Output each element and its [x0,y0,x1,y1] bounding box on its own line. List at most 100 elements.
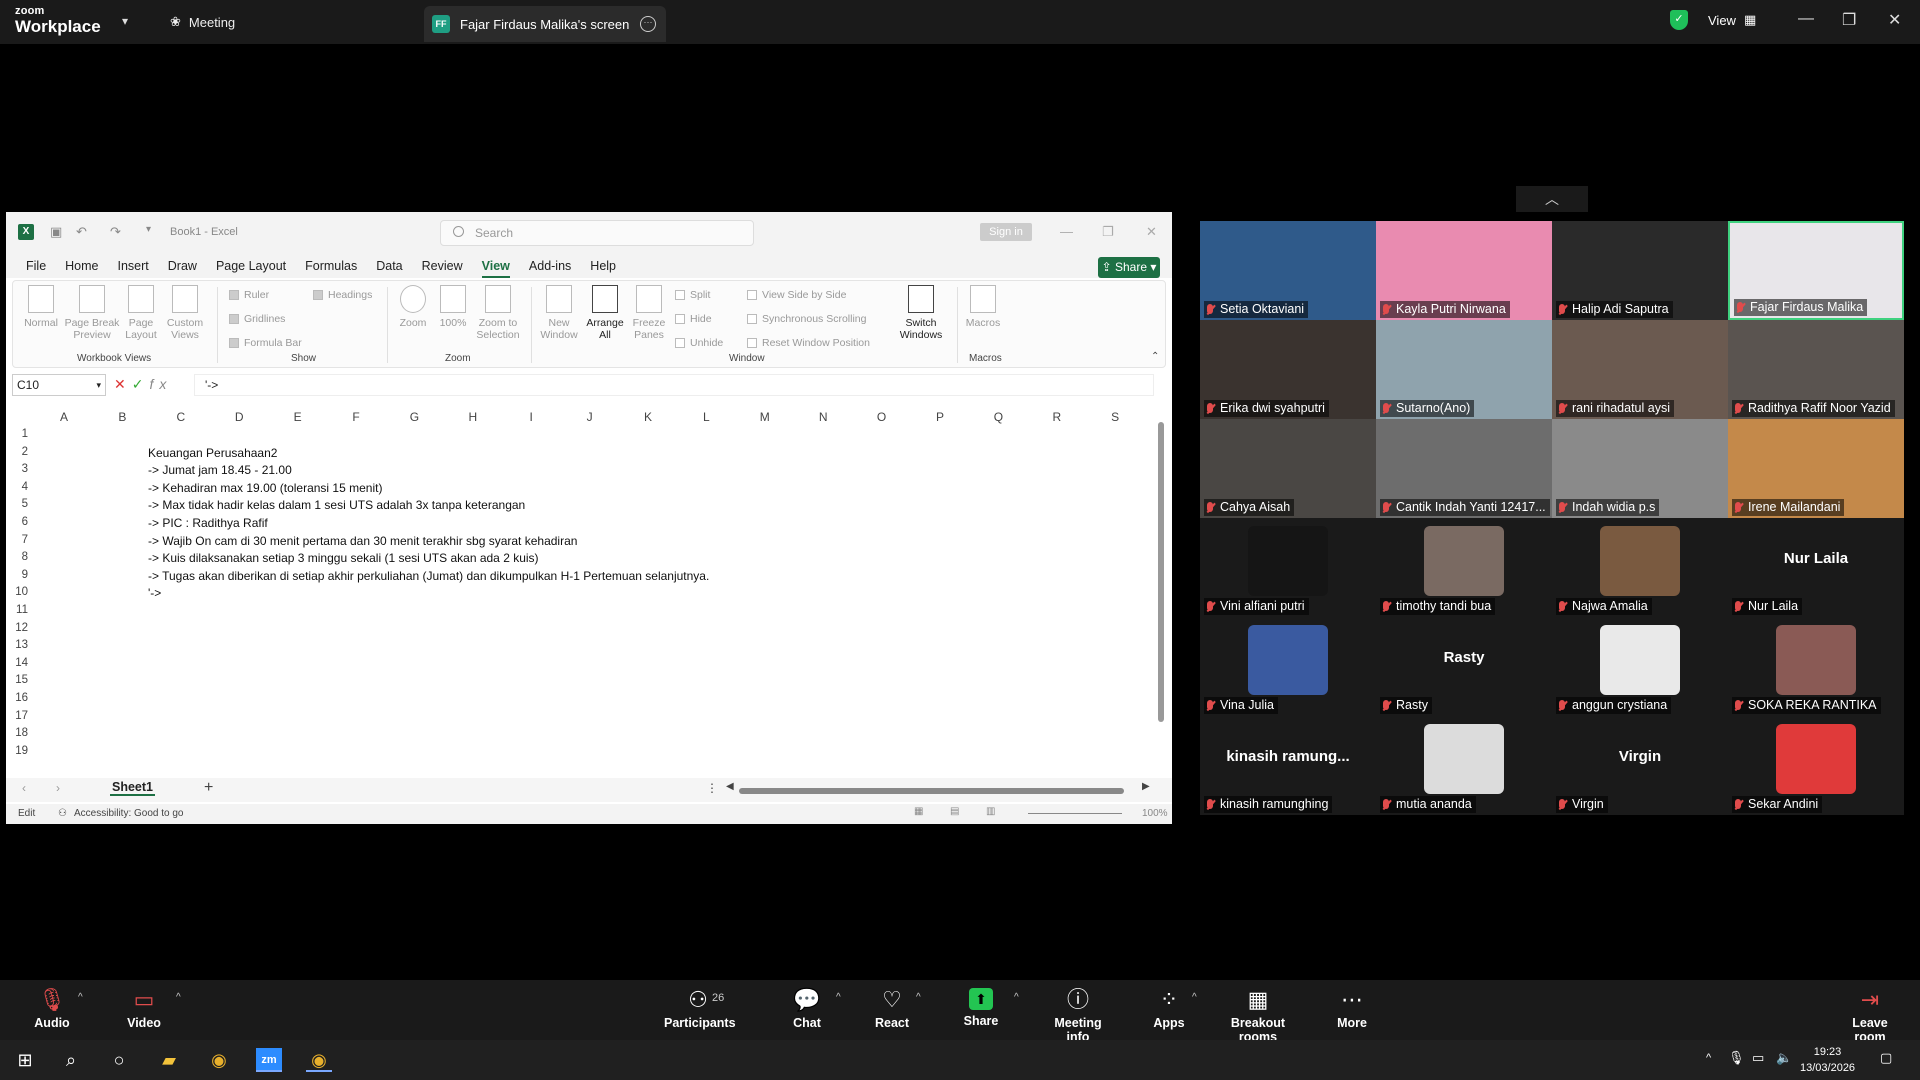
excel-minimize-icon[interactable]: — [1060,224,1073,239]
row-header[interactable]: 3 [6,463,28,475]
react-button[interactable]: ♡ React [874,988,910,1031]
excel-search-box[interactable]: Search [440,220,754,246]
sheet-tab-sheet1[interactable]: Sheet1 [110,780,155,796]
row-header[interactable]: 1 [6,428,28,440]
network-icon[interactable]: ▭ [1752,1050,1764,1066]
row-header[interactable]: 9 [6,569,28,581]
zoom-slider[interactable] [1028,813,1122,814]
apps-options-caret-icon[interactable]: ^ [1192,992,1197,1003]
close-icon[interactable]: ✕ [1888,10,1901,30]
prev-sheet-icon[interactable]: ‹ [22,781,26,795]
switch-windows-button[interactable]: Switch Windows [893,285,949,341]
participant-tile[interactable]: Cantik Indah Yanti 12417... [1376,419,1552,518]
participant-tile[interactable]: Vini alfiani putri [1200,518,1376,617]
row-header[interactable]: 18 [6,727,28,739]
shield-check-icon[interactable]: ✓ [1670,10,1688,30]
tab-formulas[interactable]: Formulas [305,254,357,278]
participant-tile[interactable]: rani rihadatul aysi [1552,320,1728,419]
synchronous-scrolling-button[interactable]: Synchronous Scrolling [747,313,866,325]
participant-tile[interactable]: Sekar Andini [1728,716,1904,815]
page-layout-view-button[interactable]: Page Layout [121,285,161,341]
page-break-status-icon[interactable]: ▥ [986,806,995,817]
formula-input[interactable]: '-> [194,374,1154,396]
confirm-icon[interactable]: ✓ [132,376,150,392]
formula-bar-checkbox[interactable]: Formula Bar [229,337,302,349]
zoom-to-selection-button[interactable]: Zoom to Selection [473,285,523,341]
cell-c2[interactable]: Keuangan Perusahaan2 [148,446,277,460]
cell-c5[interactable]: -> Max tidak hadir kelas dalam 1 sesi UT… [148,498,525,512]
cell-c9[interactable]: -> Tugas akan diberikan di setiap akhir … [148,569,709,583]
participant-tile[interactable]: Vina Julia [1200,617,1376,716]
cell-c10[interactable]: '-> [148,586,161,600]
zoom-percentage[interactable]: 100% [1142,808,1168,819]
freeze-panes-button[interactable]: Freeze Panes [629,285,669,341]
excel-close-icon[interactable]: ✕ [1146,224,1157,240]
cell-c8[interactable]: -> Kuis dilaksanakan setiap 3 minggu sek… [148,551,539,565]
sign-in-button[interactable]: Sign in [980,223,1032,241]
column-header[interactable]: K [638,410,658,424]
arrange-all-button[interactable]: Arrange All [583,285,627,341]
tab-insert[interactable]: Insert [118,254,149,278]
screen-share-tab[interactable]: FF Fajar Firdaus Malika's screen ··· [424,6,666,42]
notification-icon[interactable]: ▢ [1880,1050,1892,1066]
page-layout-status-icon[interactable]: ▤ [950,806,959,817]
row-header[interactable]: 14 [6,657,28,669]
row-header[interactable]: 19 [6,745,28,757]
participant-tile[interactable]: Kayla Putri Nirwana [1376,221,1552,320]
column-header[interactable]: R [1047,410,1067,424]
row-header[interactable]: 10 [6,586,28,598]
participant-tile[interactable]: Setia Oktaviani [1200,221,1376,320]
zoom-app-icon[interactable]: zm [256,1048,282,1072]
more-button[interactable]: ⋯ More [1334,988,1370,1031]
column-header[interactable]: S [1105,410,1125,424]
row-header[interactable]: 13 [6,639,28,651]
ruler-checkbox[interactable]: Ruler [229,289,269,301]
function-icon[interactable]: fx [149,376,172,392]
scroll-right-icon[interactable]: ▶ [1142,781,1150,792]
unhide-button[interactable]: Unhide [675,337,723,349]
participant-tile[interactable]: timothy tandi bua [1376,518,1552,617]
column-header[interactable]: P [930,410,950,424]
collapse-ribbon-icon[interactable]: ⌃ [1151,351,1159,362]
page-break-preview-button[interactable]: Page Break Preview [63,285,121,341]
search-icon[interactable]: ⌕ [58,1048,84,1072]
leave-room-button[interactable]: ⇥ Leave room [1836,988,1904,1045]
column-header[interactable]: A [54,410,74,424]
tab-page-layout[interactable]: Page Layout [216,254,286,278]
task-view-icon[interactable]: ○ [106,1048,132,1072]
participant-tile[interactable]: SOKA REKA RANTIKA [1728,617,1904,716]
headings-checkbox[interactable]: Headings [313,289,372,301]
save-icon[interactable]: ▣ [50,224,62,240]
next-sheet-icon[interactable]: › [56,781,60,795]
cancel-icon[interactable]: ✕ [114,376,132,392]
column-header[interactable]: D [229,410,249,424]
add-sheet-icon[interactable]: + [204,779,213,797]
share-options-caret-icon[interactable]: ^ [1014,992,1019,1003]
file-explorer-icon[interactable]: ▰ [156,1048,182,1072]
participant-tile[interactable]: Rasty Rasty [1376,617,1552,716]
windows-start-icon[interactable]: ⊞ [12,1048,38,1072]
breakout-rooms-button[interactable]: ▦ Breakout rooms [1214,988,1302,1045]
video-button[interactable]: ▭ Video [124,988,164,1031]
column-header[interactable]: I [521,410,541,424]
participant-tile[interactable]: Irene Mailandani [1728,419,1904,518]
horizontal-scroll-thumb[interactable] [739,788,1124,794]
participant-tile[interactable]: Nur Laila Nur Laila [1728,518,1904,617]
column-header[interactable]: C [171,410,191,424]
spreadsheet-grid[interactable]: ABCDEFGHIJKLMNOPQRS 1 2 Keuangan Perusahaa… [6,406,1158,776]
tab-draw[interactable]: Draw [168,254,197,278]
more-options-icon[interactable]: ··· [640,16,656,32]
view-side-by-side-button[interactable]: View Side by Side [747,289,846,301]
normal-view-status-icon[interactable]: ▦ [914,806,923,817]
row-header[interactable]: 2 [6,446,28,458]
row-header[interactable]: 6 [6,516,28,528]
vertical-scrollbar[interactable] [1156,404,1166,784]
chat-button[interactable]: 💬 Chat [790,988,824,1031]
tray-overflow-icon[interactable]: ^ [1706,1052,1711,1064]
view-button[interactable]: View ▦ [1708,12,1756,28]
row-header[interactable]: 15 [6,674,28,686]
react-options-caret-icon[interactable]: ^ [916,992,921,1003]
tab-data[interactable]: Data [376,254,402,278]
split-button[interactable]: Split [675,289,710,301]
tab-view[interactable]: View [481,254,510,278]
